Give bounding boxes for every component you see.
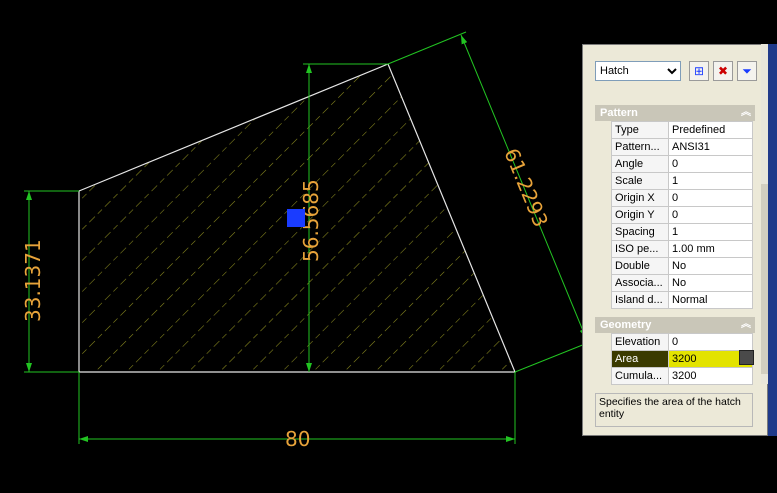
property-row[interactable]: Spacing 1	[611, 223, 753, 241]
property-row[interactable]: Angle 0	[611, 155, 753, 173]
collapse-chevron-icon[interactable]: ︽	[741, 317, 751, 333]
property-key: Island d...	[611, 291, 669, 309]
property-key: Area	[611, 350, 669, 368]
property-row[interactable]: ISO pe... 1.00 mm	[611, 240, 753, 258]
property-key: ISO pe...	[611, 240, 669, 258]
select-objects-button[interactable]: ✖	[713, 61, 733, 81]
selection-grip[interactable]	[287, 209, 305, 227]
property-key: Scale	[611, 172, 669, 190]
scrollbar-thumb[interactable]	[761, 184, 768, 374]
property-row[interactable]: Associa... No	[611, 274, 753, 292]
pickadd-icon: ⊞	[693, 64, 705, 78]
property-key: Elevation	[611, 333, 669, 351]
property-value[interactable]: No	[668, 274, 753, 292]
property-description: Specifies the area of the hatch entity	[595, 393, 753, 427]
palette-toolbar: Hatch ⊞ ✖ ⏷	[583, 45, 769, 95]
property-value[interactable]: 1	[668, 223, 753, 241]
property-value[interactable]: 3200	[668, 367, 753, 385]
property-value[interactable]: ANSI31	[668, 138, 753, 156]
property-key: Pattern...	[611, 138, 669, 156]
dim-slant-text: 61.2293	[499, 145, 553, 231]
property-value[interactable]: Predefined	[668, 121, 753, 139]
property-row[interactable]: Pattern... ANSI31	[611, 138, 753, 156]
property-key: Angle	[611, 155, 669, 173]
geometry-properties-table: Elevation 0 Area 3200 Cumula... 3200	[611, 333, 753, 385]
section-geometry-title: Geometry	[600, 319, 652, 331]
property-row[interactable]: Type Predefined	[611, 121, 753, 139]
property-value[interactable]: 1.00 mm	[668, 240, 753, 258]
property-row[interactable]: Cumula... 3200	[611, 367, 753, 385]
property-row[interactable]: Elevation 0	[611, 333, 753, 351]
property-row[interactable]: Area 3200	[611, 350, 753, 368]
property-key: Type	[611, 121, 669, 139]
property-row[interactable]: Island d... Normal	[611, 291, 753, 309]
toggle-pickadd-button[interactable]: ⊞	[689, 61, 709, 81]
property-key: Origin X	[611, 189, 669, 207]
property-value[interactable]: No	[668, 257, 753, 275]
property-key: Cumula...	[611, 367, 669, 385]
calculator-icon[interactable]	[739, 350, 754, 365]
section-pattern-title: Pattern	[600, 107, 638, 119]
properties-palette: Hatch ⊞ ✖ ⏷ Pattern ︽ Type Predefined Patt…	[582, 44, 768, 436]
dim-left-text: 33.1371	[21, 239, 45, 322]
property-key: Double	[611, 257, 669, 275]
dim-bottom-text: 80	[285, 427, 310, 451]
property-value[interactable]: 1	[668, 172, 753, 190]
property-row[interactable]: Origin X0	[611, 189, 753, 207]
property-row[interactable]: Double No	[611, 257, 753, 275]
property-value[interactable]: Normal	[668, 291, 753, 309]
palette-scrollbar[interactable]	[761, 44, 768, 384]
property-key: Origin Y	[611, 206, 669, 224]
property-key: Associa...	[611, 274, 669, 292]
property-row[interactable]: Origin Y0	[611, 206, 753, 224]
quick-select-button[interactable]: ⏷	[737, 61, 757, 81]
property-value[interactable]: 0	[668, 189, 753, 207]
property-key: Spacing	[611, 223, 669, 241]
section-pattern-header[interactable]: Pattern ︽	[595, 105, 755, 121]
select-objects-icon: ✖	[717, 64, 729, 78]
object-type-dropdown[interactable]: Hatch	[595, 61, 681, 81]
collapse-chevron-icon[interactable]: ︽	[741, 105, 751, 121]
property-value[interactable]: 0	[668, 333, 753, 351]
property-value[interactable]: 0	[668, 206, 753, 224]
palette-title-strip[interactable]	[768, 44, 777, 436]
section-geometry-header[interactable]: Geometry ︽	[595, 317, 755, 333]
property-row[interactable]: Scale 1	[611, 172, 753, 190]
quick-select-icon: ⏷	[742, 63, 752, 78]
property-value[interactable]: 0	[668, 155, 753, 173]
pattern-properties-table: Type Predefined Pattern... ANSI31 Angle 0 Scal…	[611, 121, 753, 309]
